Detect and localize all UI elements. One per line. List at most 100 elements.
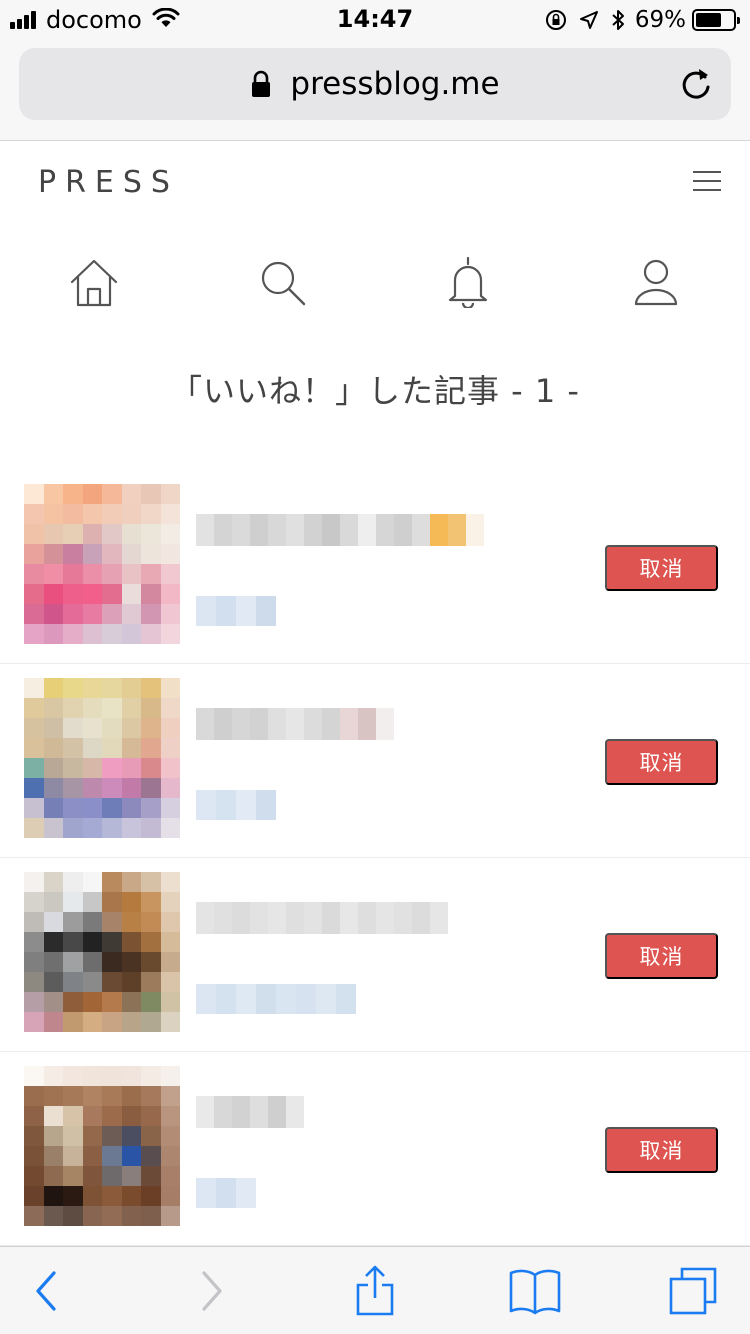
search-icon[interactable] (252, 252, 312, 312)
cancel-like-button[interactable]: 取消 (605, 933, 718, 979)
thumbnail-mosaic-cell (63, 1166, 83, 1186)
thumbnail-mosaic-cell (24, 1066, 44, 1086)
thumbnail-mosaic-cell (82, 1066, 102, 1086)
status-bar: docomo 14:47 69% (0, 0, 750, 40)
thumbnail-mosaic-cell (43, 758, 63, 778)
thumbnail-mosaic-cell (160, 992, 180, 1012)
cancel-like-button[interactable]: 取消 (605, 545, 718, 591)
blur-cell (340, 902, 358, 934)
thumbnail-mosaic-cell (121, 758, 141, 778)
blur-cell (256, 984, 276, 1014)
thumbnail-mosaic-cell (141, 544, 161, 564)
blur-cell (236, 984, 256, 1014)
thumbnail-mosaic-cell (43, 698, 63, 718)
thumbnail-mosaic-cell (82, 1126, 102, 1146)
thumbnail-mosaic-cell (24, 544, 44, 564)
article-thumbnail[interactable] (24, 678, 180, 838)
thumbnail-mosaic-cell (24, 484, 44, 504)
article-thumbnail[interactable] (24, 872, 180, 1032)
user-icon[interactable] (626, 252, 686, 312)
thumbnail-mosaic-cell (141, 872, 161, 892)
article-title-blurred[interactable] (196, 902, 448, 934)
blur-cell (376, 902, 394, 934)
thumbnail-mosaic-cell (141, 1012, 161, 1032)
cancel-like-button[interactable]: 取消 (605, 739, 718, 785)
hamburger-menu-icon[interactable] (692, 169, 722, 199)
thumbnail-mosaic-cell (43, 892, 63, 912)
bell-icon[interactable] (438, 252, 498, 312)
url-field[interactable]: pressblog.me (19, 48, 731, 120)
thumbnail-mosaic-cell (121, 992, 141, 1012)
thumbnail-mosaic-cell (43, 912, 63, 932)
blur-cell (376, 514, 394, 546)
thumbnail-mosaic-cell (43, 524, 63, 544)
thumbnail-mosaic-cell (121, 818, 141, 838)
thumbnail-mosaic-cell (160, 778, 180, 798)
thumbnail-mosaic-cell (24, 698, 44, 718)
blur-cell (376, 708, 394, 740)
blur-cell (276, 984, 296, 1014)
thumbnail-mosaic-cell (160, 1066, 180, 1086)
blur-cell (340, 708, 358, 740)
home-icon[interactable] (64, 252, 124, 312)
thumbnail-mosaic-cell (121, 1126, 141, 1146)
blur-cell (394, 514, 412, 546)
article-title-blurred[interactable] (196, 708, 394, 740)
thumbnail-mosaic-cell (141, 678, 161, 698)
thumbnail-mosaic-cell (63, 584, 83, 604)
thumbnail-mosaic-cell (43, 678, 63, 698)
thumbnail-mosaic-cell (160, 1186, 180, 1206)
thumbnail-mosaic-cell (141, 1186, 161, 1206)
thumbnail-mosaic-cell (63, 604, 83, 624)
list-item[interactable]: 取消 (0, 470, 750, 664)
blur-cell (216, 790, 236, 820)
thumbnail-mosaic-cell (102, 524, 122, 544)
thumbnail-mosaic-cell (160, 892, 180, 912)
list-item[interactable]: 取消 (0, 858, 750, 1052)
thumbnail-mosaic-cell (160, 872, 180, 892)
site-logo[interactable]: PRESS (38, 165, 179, 200)
tabs-icon[interactable] (666, 1265, 720, 1317)
thumbnail-mosaic-cell (141, 932, 161, 952)
blur-cell (286, 708, 304, 740)
thumbnail-mosaic-cell (82, 758, 102, 778)
article-title-blurred[interactable] (196, 514, 484, 546)
blur-cell (448, 514, 466, 546)
blur-cell (250, 902, 268, 934)
thumbnail-mosaic-cell (63, 1086, 83, 1106)
thumbnail-mosaic-cell (63, 798, 83, 818)
thumbnail-mosaic-cell (121, 718, 141, 738)
bookmarks-icon[interactable] (505, 1265, 565, 1317)
blur-cell (286, 1096, 304, 1128)
blur-cell (196, 984, 216, 1014)
back-icon[interactable] (26, 1265, 66, 1317)
thumbnail-mosaic-cell (160, 1166, 180, 1186)
cancel-like-button[interactable]: 取消 (605, 1127, 718, 1173)
article-thumbnail[interactable] (24, 484, 180, 644)
blur-cell (196, 708, 214, 740)
thumbnail-mosaic-cell (82, 524, 102, 544)
thumbnail-mosaic-cell (43, 564, 63, 584)
thumbnail-mosaic-cell (160, 1126, 180, 1146)
thumbnail-mosaic-cell (160, 818, 180, 838)
article-title-blurred[interactable] (196, 1096, 304, 1128)
reload-icon[interactable] (679, 66, 713, 106)
thumbnail-mosaic-cell (24, 952, 44, 972)
thumbnail-mosaic-cell (102, 718, 122, 738)
share-icon[interactable] (350, 1265, 400, 1317)
thumbnail-mosaic-cell (121, 932, 141, 952)
blur-cell (196, 596, 216, 626)
blur-cell (296, 984, 316, 1014)
thumbnail-mosaic-cell (160, 604, 180, 624)
thumbnail-mosaic-cell (63, 564, 83, 584)
thumbnail-mosaic-cell (24, 1186, 44, 1206)
thumbnail-mosaic-cell (102, 798, 122, 818)
forward-icon[interactable] (192, 1265, 232, 1317)
thumbnail-mosaic-cell (102, 1146, 122, 1166)
article-thumbnail[interactable] (24, 1066, 180, 1226)
thumbnail-mosaic-cell (63, 1066, 83, 1086)
thumbnail-mosaic-cell (121, 624, 141, 644)
thumbnail-mosaic-cell (63, 484, 83, 504)
list-item[interactable]: 取消 (0, 1052, 750, 1246)
list-item[interactable]: 取消 (0, 664, 750, 858)
